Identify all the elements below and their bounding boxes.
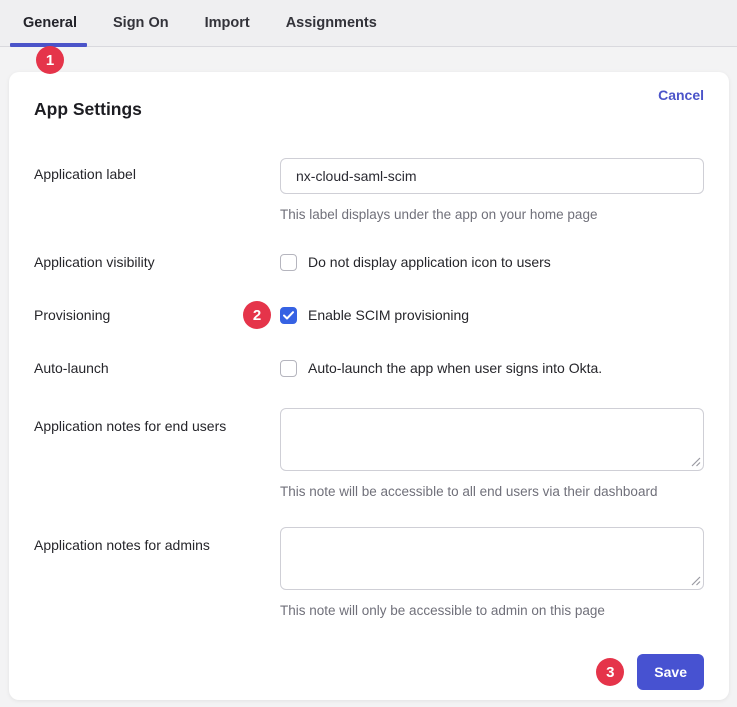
application-visibility-label: Application visibility xyxy=(34,254,280,271)
panel-footer: 3 Save xyxy=(34,654,704,690)
annotation-badge-3: 3 xyxy=(596,658,624,686)
tab-sign-on[interactable]: Sign On xyxy=(113,15,169,31)
scim-provisioning-checkbox-label[interactable]: Enable SCIM provisioning xyxy=(308,307,469,324)
tab-bar: General Sign On Import Assignments xyxy=(0,0,737,47)
annotation-badge-1: 1 xyxy=(36,46,64,74)
notes-admins-label: Application notes for admins xyxy=(34,527,280,554)
field-row-auto-launch: Auto-launch Auto-launch the app when use… xyxy=(34,360,704,377)
auto-launch-checkbox-label[interactable]: Auto-launch the app when user signs into… xyxy=(308,360,602,377)
cancel-link[interactable]: Cancel xyxy=(658,87,704,103)
checkmark-icon xyxy=(283,311,294,320)
visibility-checkbox[interactable] xyxy=(280,254,297,271)
app-settings-panel: App Settings Cancel Application label Th… xyxy=(9,72,729,700)
application-label-help: This label displays under the app on you… xyxy=(280,206,704,223)
save-button[interactable]: Save xyxy=(637,654,704,690)
notes-end-users-label: Application notes for end users xyxy=(34,408,280,435)
tab-general[interactable]: General xyxy=(23,15,77,31)
tab-assignments[interactable]: Assignments xyxy=(286,15,377,31)
field-row-provisioning: Provisioning 2 Enable SCIM provisioning xyxy=(34,307,704,324)
auto-launch-checkbox[interactable] xyxy=(280,360,297,377)
tab-import[interactable]: Import xyxy=(205,15,250,31)
auto-launch-label: Auto-launch xyxy=(34,360,280,377)
application-label-label: Application label xyxy=(34,158,280,183)
notes-admins-help: This note will only be accessible to adm… xyxy=(280,602,704,619)
field-row-notes-end-users: Application notes for end users This not… xyxy=(34,408,704,500)
notes-end-users-help: This note will be accessible to all end … xyxy=(280,483,704,500)
visibility-checkbox-label[interactable]: Do not display application icon to users xyxy=(308,254,551,271)
scim-provisioning-checkbox[interactable] xyxy=(280,307,297,324)
resize-handle-icon[interactable] xyxy=(691,457,701,467)
annotation-badge-2: 2 xyxy=(243,301,271,329)
panel-header: App Settings Cancel xyxy=(34,96,704,120)
notes-admins-textarea[interactable] xyxy=(280,527,704,590)
notes-end-users-textarea[interactable] xyxy=(280,408,704,471)
field-row-application-label: Application label This label displays un… xyxy=(34,158,704,223)
field-row-notes-admins: Application notes for admins This note w… xyxy=(34,527,704,619)
page-title: App Settings xyxy=(34,96,704,120)
field-row-application-visibility: Application visibility Do not display ap… xyxy=(34,254,704,271)
application-label-input[interactable] xyxy=(280,158,704,194)
resize-handle-icon[interactable] xyxy=(691,576,701,586)
